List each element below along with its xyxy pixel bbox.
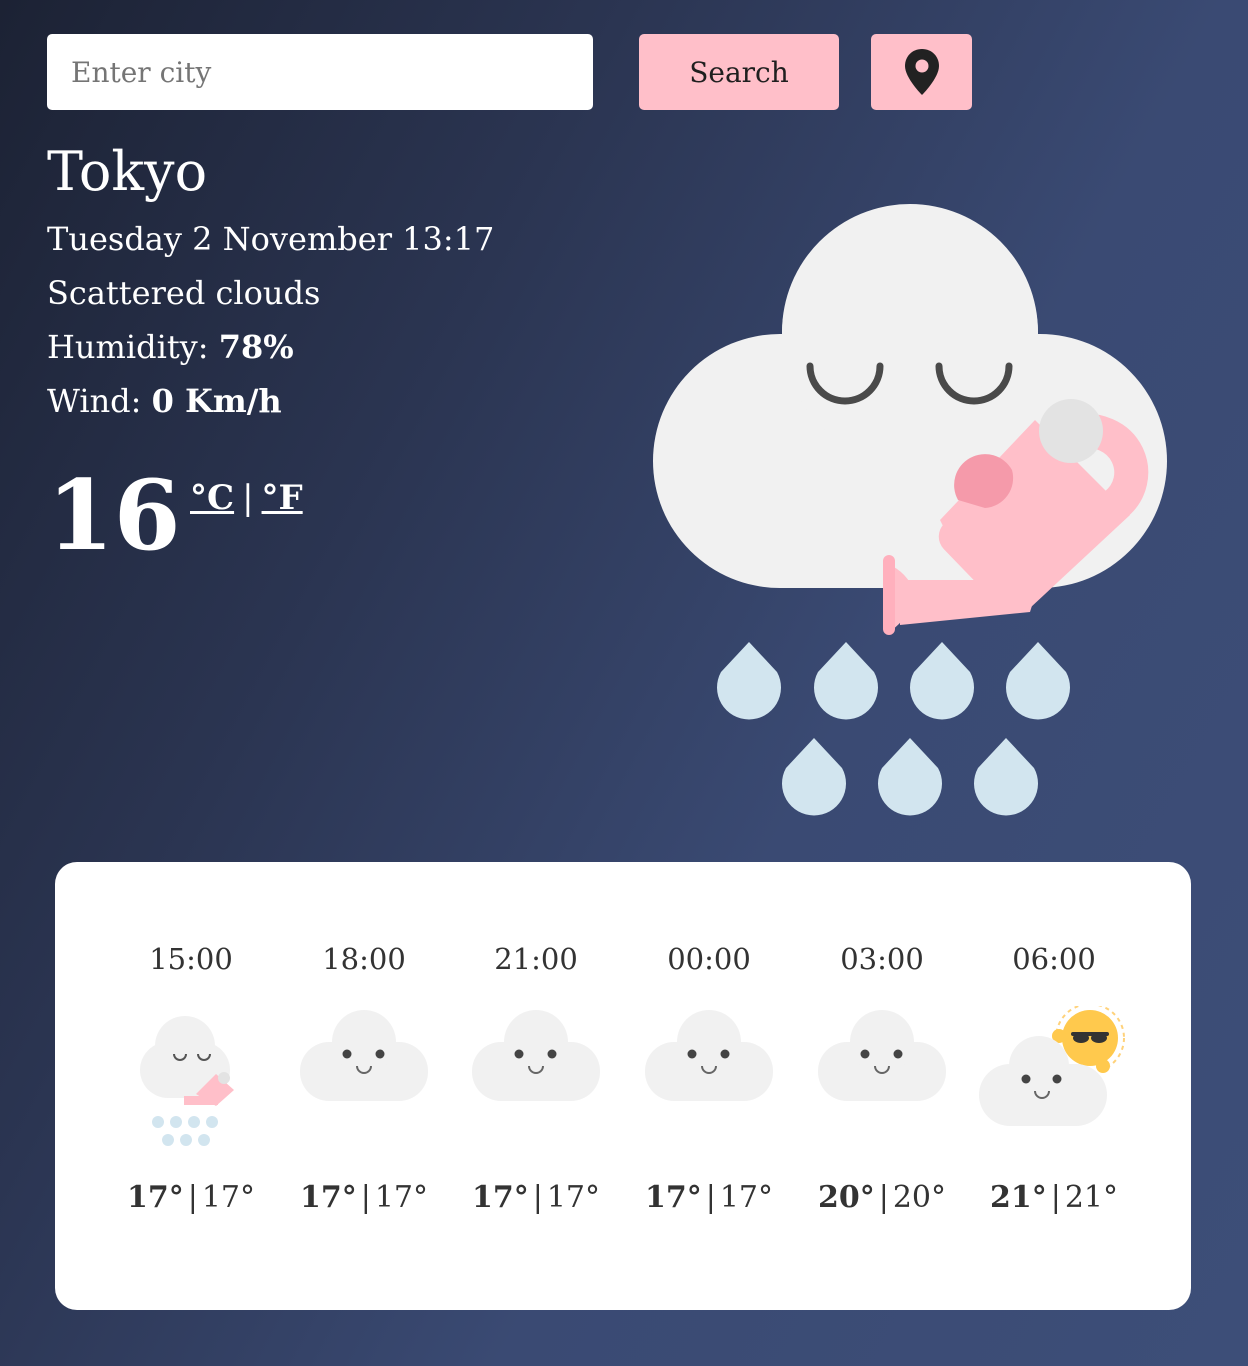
search-input[interactable] — [47, 34, 593, 110]
cloud-icon — [818, 1010, 946, 1101]
forecast-temps: 20° | 20° — [802, 1180, 962, 1215]
cloud-icon — [645, 1010, 773, 1101]
current-temperature: 16 — [47, 459, 181, 572]
forecast-item: 15:00 17° | 17° — [111, 942, 271, 1215]
forecast-separator: | — [705, 1180, 716, 1215]
forecast-min: 17° — [201, 1180, 256, 1215]
humidity: Humidity: 78% — [47, 328, 294, 366]
forecast-separator: | — [187, 1180, 198, 1215]
search-button[interactable]: Search — [639, 34, 839, 110]
forecast-min: 20° — [892, 1180, 947, 1215]
forecast-max: 21° — [989, 1180, 1047, 1215]
fahrenheit-link[interactable]: °F — [262, 478, 303, 518]
forecast-max: 17° — [644, 1180, 702, 1215]
sun-behind-cloud-icon — [979, 1006, 1125, 1126]
date-time: Tuesday 2 November 13:17 — [47, 220, 495, 258]
forecast-separator: | — [1050, 1180, 1061, 1215]
forecast-item: 21:00 17° | 17° — [456, 942, 616, 1215]
forecast-temps: 21° | 21° — [974, 1180, 1134, 1215]
unit-switcher: °C | °F — [190, 478, 303, 518]
forecast-max: 17° — [126, 1180, 184, 1215]
forecast-separator: | — [360, 1180, 371, 1215]
weather-description: Scattered clouds — [47, 274, 321, 312]
forecast-item: 03:00 20° | 20° — [802, 942, 962, 1215]
forecast-separator: | — [532, 1180, 543, 1215]
forecast-max: 17° — [299, 1180, 357, 1215]
cloud-icon — [300, 1010, 428, 1101]
current-location-button[interactable] — [871, 34, 972, 110]
forecast-time: 03:00 — [840, 942, 924, 976]
forecast-time: 06:00 — [1012, 942, 1096, 976]
forecast-item: 00:00 17° | 17° — [629, 942, 789, 1215]
forecast-temps: 17° | 17° — [629, 1180, 789, 1215]
city-name: Tokyo — [47, 140, 208, 203]
forecast-temps: 17° | 17° — [284, 1180, 444, 1215]
forecast-temps: 17° | 17° — [456, 1180, 616, 1215]
humidity-label: Humidity: — [47, 328, 209, 366]
forecast-min: 17° — [374, 1180, 429, 1215]
forecast-separator: | — [878, 1180, 889, 1215]
humidity-value: 78% — [218, 328, 294, 366]
forecast-max: 17° — [471, 1180, 529, 1215]
forecast-item: 06:00 21° | 21° — [974, 942, 1134, 1215]
rain-cloud-watering-can-icon — [653, 204, 1167, 816]
forecast-time: 00:00 — [667, 942, 751, 976]
forecast-min: 21° — [1064, 1180, 1119, 1215]
wind-label: Wind: — [47, 382, 142, 420]
unit-separator: | — [242, 478, 254, 518]
forecast-time: 21:00 — [494, 942, 578, 976]
forecast-time: 18:00 — [322, 942, 406, 976]
forecast-temps: 17° | 17° — [111, 1180, 271, 1215]
wind-value: 0 Km/h — [151, 382, 282, 420]
wind: Wind: 0 Km/h — [47, 382, 282, 420]
forecast-min: 17° — [719, 1180, 774, 1215]
forecast-max: 20° — [817, 1180, 875, 1215]
forecast-card: 15:00 17° | 17° 18:00 17° | 17° 21:00 17… — [55, 862, 1191, 1310]
map-pin-icon — [904, 49, 939, 95]
forecast-item: 18:00 17° | 17° — [284, 942, 444, 1215]
forecast-time: 15:00 — [149, 942, 233, 976]
cloud-icon — [472, 1010, 600, 1101]
celsius-link[interactable]: °C — [190, 478, 234, 518]
rain-cloud-icon — [140, 1016, 234, 1146]
forecast-min: 17° — [546, 1180, 601, 1215]
